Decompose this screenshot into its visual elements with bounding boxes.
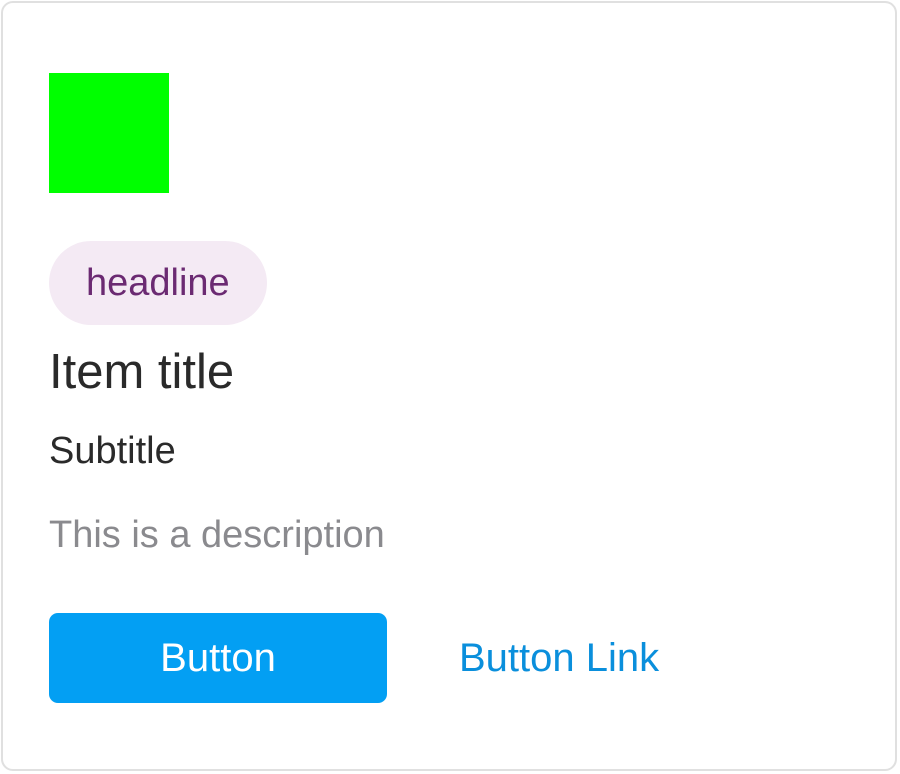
- primary-button[interactable]: Button: [49, 613, 387, 703]
- item-title: Item title: [49, 345, 235, 399]
- item-description: This is a description: [49, 514, 385, 556]
- item-card: headline Item title Subtitle This is a d…: [1, 1, 897, 771]
- thumbnail-image: [49, 73, 169, 193]
- headline-chip-label: headline: [86, 262, 230, 304]
- item-subtitle: Subtitle: [49, 430, 176, 472]
- headline-chip: headline: [49, 241, 267, 325]
- button-link[interactable]: Button Link: [459, 613, 659, 703]
